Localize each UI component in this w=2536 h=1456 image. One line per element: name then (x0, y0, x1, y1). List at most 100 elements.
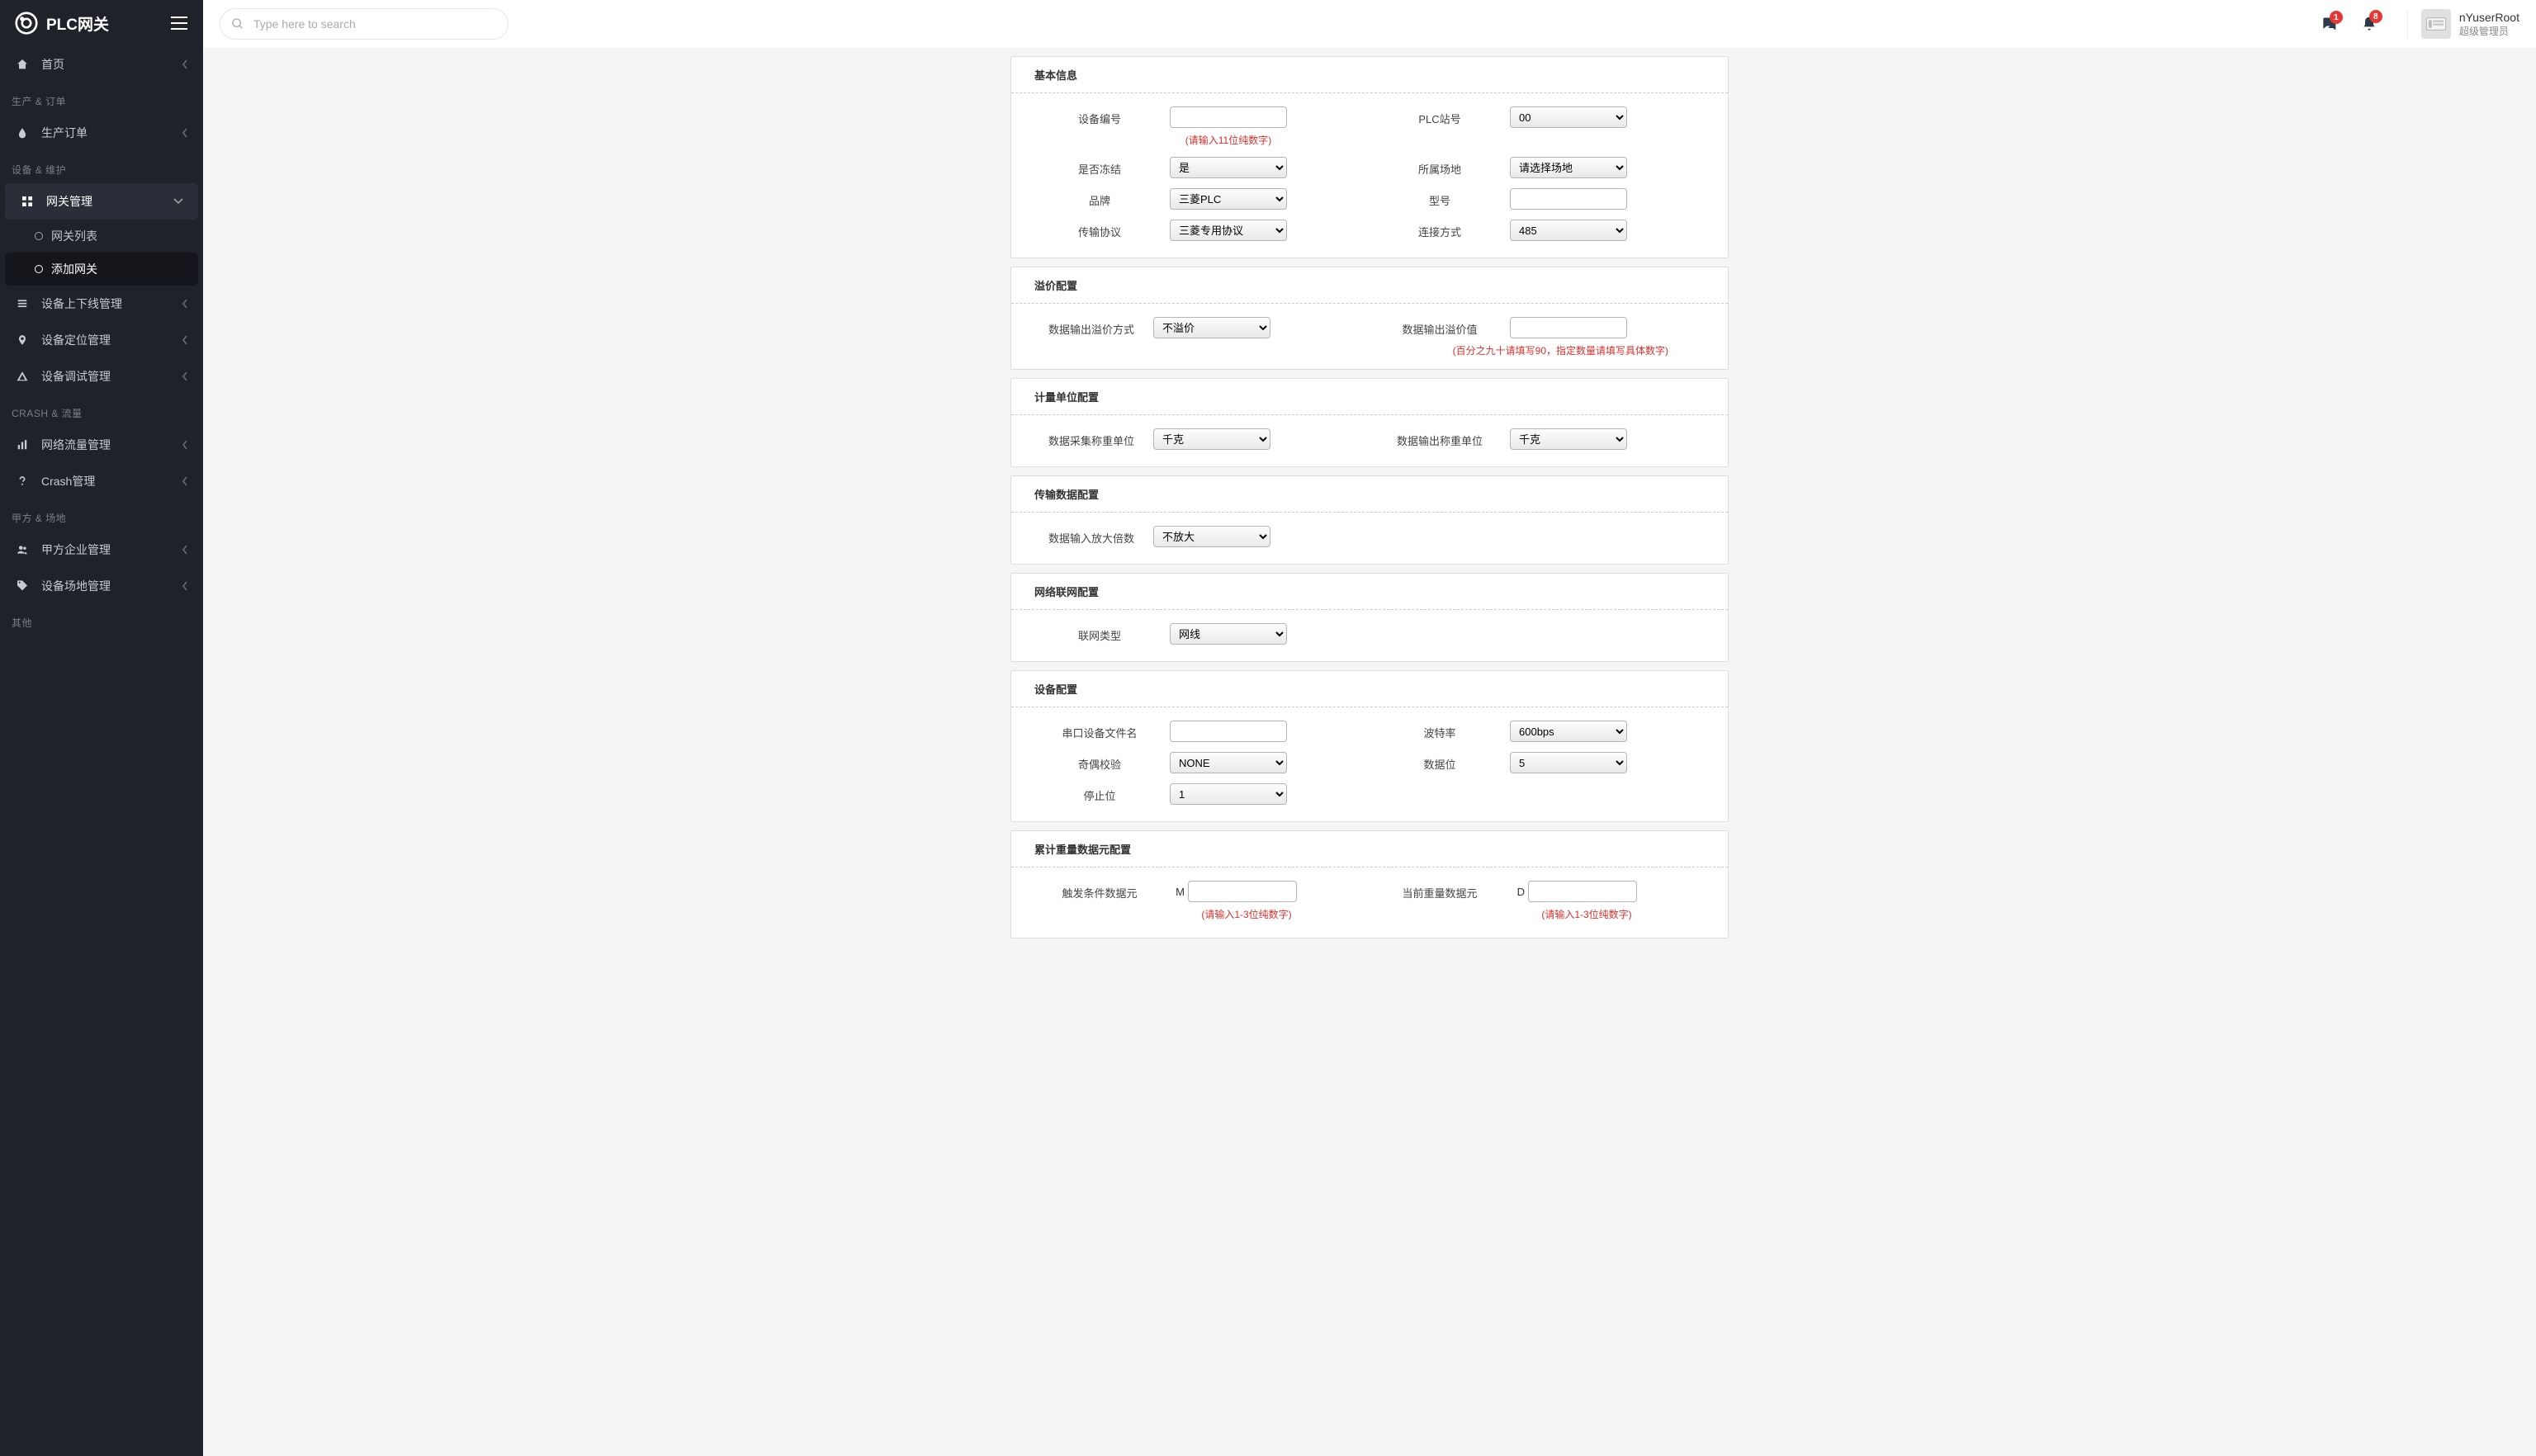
label-plc-station: PLC站号 (1370, 106, 1510, 126)
select-brand[interactable]: 三菱PLC (1170, 188, 1287, 210)
input-current-weight[interactable] (1528, 881, 1637, 902)
sidebar-item-site[interactable]: 设备场地管理 (0, 568, 203, 604)
droplet-icon (15, 125, 30, 140)
select-overflow-method[interactable]: 不溢价 (1153, 317, 1270, 338)
select-amplify[interactable]: 不放大 (1153, 526, 1270, 547)
sidebar-sub-gateway-list[interactable]: 网关列表 (0, 220, 203, 253)
sidebar-item-gateway-mgmt[interactable]: 网关管理 (5, 183, 198, 220)
sidebar-item-label: 添加网关 (51, 261, 97, 277)
panel-heading-network: 网络联网配置 (1011, 574, 1728, 610)
topbar: 1 8 nYuserRoot 超级管理员 (203, 0, 2536, 48)
main: 1 8 nYuserRoot 超级管理员 基本信息 (203, 0, 2536, 1456)
user-box[interactable]: nYuserRoot 超级管理员 (2407, 9, 2519, 39)
sidebar-section-device: 设备 & 维护 (0, 151, 203, 183)
sidebar-item-label: 甲方企业管理 (41, 541, 111, 558)
label-device-no: 设备编号 (1029, 106, 1170, 126)
input-serial-file[interactable] (1170, 721, 1287, 742)
hint-trigger: (请输入1-3位纯数字) (1188, 907, 1305, 921)
select-unit-output[interactable]: 千克 (1510, 428, 1627, 450)
select-unit-collect[interactable]: 千克 (1153, 428, 1270, 450)
input-model[interactable] (1510, 188, 1627, 210)
search-input[interactable] (220, 8, 509, 40)
select-site[interactable]: 请选择场地 (1510, 157, 1627, 178)
select-plc-station[interactable]: 00 (1510, 106, 1627, 128)
select-network-type[interactable]: 网线 (1170, 623, 1287, 645)
label-overflow-value: 数据输出溢价值 (1370, 317, 1510, 337)
brand-text: PLC网关 (46, 12, 109, 35)
trigger-prefix: M (1170, 886, 1185, 898)
input-trigger[interactable] (1188, 881, 1297, 902)
chevron-left-icon (182, 581, 188, 591)
chevron-left-icon (182, 476, 188, 486)
sidebar-header: PLC网关 (0, 0, 203, 46)
sidebar-item-enterprise[interactable]: 甲方企业管理 (0, 532, 203, 568)
panel-heading-transfer: 传输数据配置 (1011, 476, 1728, 513)
question-icon (15, 474, 30, 489)
sidebar-item-home[interactable]: 首页 (0, 46, 203, 83)
select-baud[interactable]: 600bps (1510, 721, 1627, 742)
user-meta: nYuserRoot 超级管理员 (2459, 11, 2519, 38)
sidebar-item-label: 设备调试管理 (41, 368, 111, 385)
label-stopbits: 停止位 (1029, 783, 1170, 803)
select-connection[interactable]: 485 (1510, 220, 1627, 241)
sidebar-item-traffic[interactable]: 网络流量管理 (0, 427, 203, 463)
sidebar-item-production-orders[interactable]: 生产订单 (0, 115, 203, 151)
chevron-left-icon (182, 545, 188, 555)
avatar-device-icon (2425, 16, 2447, 32)
avatar (2421, 9, 2451, 39)
sidebar-item-label: 首页 (41, 56, 64, 73)
sidebar-item-label: 生产订单 (41, 125, 88, 141)
panel-heading-overflow: 溢价配置 (1011, 267, 1728, 304)
sidebar-item-crash[interactable]: Crash管理 (0, 463, 203, 499)
chevron-left-icon (182, 59, 188, 69)
chevron-left-icon (182, 335, 188, 345)
panel-accum: 累计重量数据元配置 触发条件数据元 M (请输入1-3位纯数字 (1010, 830, 1729, 938)
chevron-left-icon (182, 371, 188, 381)
chevron-left-icon (182, 440, 188, 450)
bell-notif-button[interactable]: 8 (2361, 15, 2378, 33)
grid-icon (20, 194, 35, 209)
list-icon (15, 296, 30, 311)
select-protocol[interactable]: 三菱专用协议 (1170, 220, 1287, 241)
sidebar-item-device-debug[interactable]: 设备调试管理 (0, 358, 203, 395)
brand-logo[interactable]: PLC网关 (15, 12, 109, 35)
sidebar-item-label: 设备定位管理 (41, 332, 111, 348)
label-databits: 数据位 (1370, 752, 1510, 772)
users-icon (15, 542, 30, 557)
label-current-weight: 当前重量数据元 (1370, 881, 1510, 901)
panel-heading-basic: 基本信息 (1011, 57, 1728, 93)
sidebar-section-production: 生产 & 订单 (0, 83, 203, 115)
sidebar-item-label: 网关列表 (51, 228, 97, 244)
select-parity[interactable]: NONE (1170, 752, 1287, 773)
hint-overflow-value: (百分之九十请填写90，指定数量请填写具体数字) (1453, 345, 1668, 357)
label-unit-collect: 数据采集称重单位 (1029, 428, 1153, 448)
tag-icon (15, 579, 30, 593)
chevron-down-icon (173, 198, 183, 205)
hamburger-icon[interactable] (170, 16, 188, 31)
bell-badge: 8 (2369, 10, 2382, 23)
label-connection: 连接方式 (1370, 220, 1510, 239)
select-databits[interactable]: 5 (1510, 752, 1627, 773)
label-amplify: 数据输入放大倍数 (1029, 526, 1153, 546)
bar-chart-icon (15, 437, 30, 452)
select-frozen[interactable]: 是 (1170, 157, 1287, 178)
sidebar-section-crash: CRASH & 流量 (0, 395, 203, 427)
panel-unit: 计量单位配置 数据采集称重单位 千克 数据输出称重单位 千克 (1010, 378, 1729, 467)
sidebar-item-label: 设备上下线管理 (41, 295, 122, 312)
input-device-no[interactable] (1170, 106, 1287, 128)
select-stopbits[interactable]: 1 (1170, 783, 1287, 805)
sidebar-item-device-online[interactable]: 设备上下线管理 (0, 286, 203, 322)
panel-heading-unit: 计量单位配置 (1011, 379, 1728, 415)
panel-heading-device: 设备配置 (1011, 671, 1728, 707)
input-overflow-value[interactable] (1510, 317, 1627, 338)
hint-device-no: (请输入11位纯数字) (1170, 133, 1287, 147)
sidebar-item-label: 网关管理 (46, 193, 92, 210)
chat-notif-button[interactable]: 1 (2320, 16, 2338, 32)
panel-heading-accum: 累计重量数据元配置 (1011, 831, 1728, 867)
user-role: 超级管理员 (2459, 24, 2519, 38)
sidebar-sub-gateway-add[interactable]: 添加网关 (5, 253, 198, 286)
content[interactable]: 基本信息 设备编号 (请输入11位纯数字) PLC站号 (203, 48, 2536, 1456)
sidebar-item-device-location[interactable]: 设备定位管理 (0, 322, 203, 358)
label-trigger: 触发条件数据元 (1029, 881, 1170, 901)
current-prefix: D (1510, 886, 1525, 898)
